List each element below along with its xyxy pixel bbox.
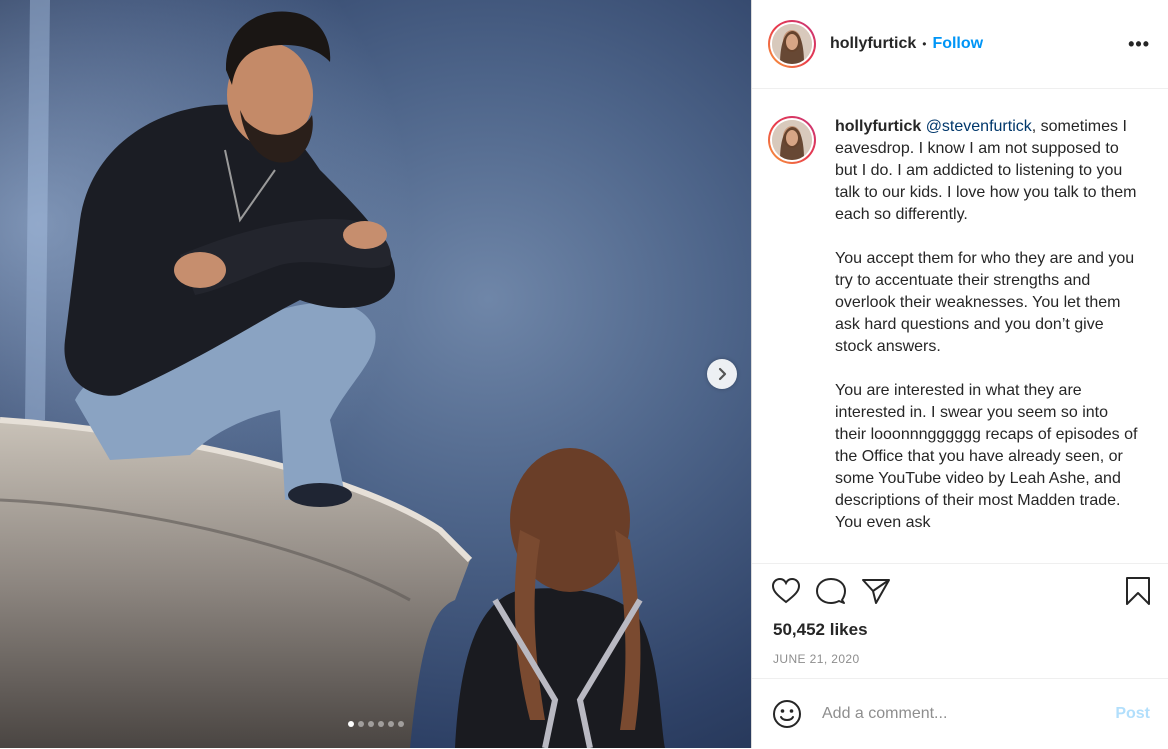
share-icon[interactable] bbox=[861, 576, 891, 606]
carousel-indicators bbox=[0, 721, 751, 727]
carousel-dot[interactable] bbox=[387, 721, 394, 727]
photo-illustration bbox=[0, 0, 751, 748]
header-separator: • bbox=[922, 37, 927, 51]
avatar[interactable] bbox=[768, 116, 816, 164]
avatar-photo-icon bbox=[772, 120, 812, 160]
post-comment-button[interactable]: Post bbox=[1115, 705, 1150, 723]
action-icons bbox=[771, 576, 891, 606]
caption-paragraph: You are interested in what they are inte… bbox=[835, 382, 1138, 531]
carousel-dot[interactable] bbox=[377, 721, 384, 727]
bookmark-icon[interactable] bbox=[1125, 576, 1151, 606]
likes-count[interactable]: 50,452 likes bbox=[773, 620, 868, 640]
more-options-button[interactable]: ••• bbox=[1128, 34, 1150, 55]
post-actions: 50,452 likes JUNE 21, 2020 bbox=[752, 563, 1168, 679]
post-sidebar: hollyfurtick • Follow ••• hollyfurtick @… bbox=[751, 0, 1168, 748]
header-username[interactable]: hollyfurtick bbox=[830, 35, 916, 53]
avatar[interactable] bbox=[768, 20, 816, 68]
caption-section: hollyfurtick @stevenfurtick, sometimes I… bbox=[752, 89, 1168, 563]
comment-icon[interactable] bbox=[815, 576, 847, 606]
carousel-dot[interactable] bbox=[347, 721, 354, 727]
post-modal: hollyfurtick • Follow ••• hollyfurtick @… bbox=[0, 0, 1168, 748]
avatar-photo-icon bbox=[772, 24, 812, 64]
post-header: hollyfurtick • Follow ••• bbox=[752, 0, 1168, 89]
chevron-right-icon bbox=[718, 367, 727, 381]
emoji-icon[interactable] bbox=[772, 699, 802, 729]
carousel-dot[interactable] bbox=[397, 721, 404, 727]
post-photo bbox=[0, 0, 751, 748]
comment-input[interactable] bbox=[820, 704, 1094, 724]
heart-icon[interactable] bbox=[771, 576, 801, 606]
carousel-next-button[interactable] bbox=[707, 359, 737, 389]
carousel-dot[interactable] bbox=[357, 721, 364, 727]
caption-paragraph: You accept them for who they are and you… bbox=[835, 250, 1135, 355]
follow-button[interactable]: Follow bbox=[932, 35, 983, 53]
caption-text: hollyfurtick @stevenfurtick, sometimes I… bbox=[835, 116, 1143, 556]
caption-mention[interactable]: @stevenfurtick bbox=[926, 118, 1032, 135]
carousel-dot[interactable] bbox=[367, 721, 374, 727]
caption: hollyfurtick @stevenfurtick, sometimes I… bbox=[752, 89, 1168, 556]
caption-username[interactable]: hollyfurtick bbox=[835, 118, 921, 135]
post-date[interactable]: JUNE 21, 2020 bbox=[773, 652, 860, 666]
comment-bar: Post bbox=[752, 678, 1168, 749]
